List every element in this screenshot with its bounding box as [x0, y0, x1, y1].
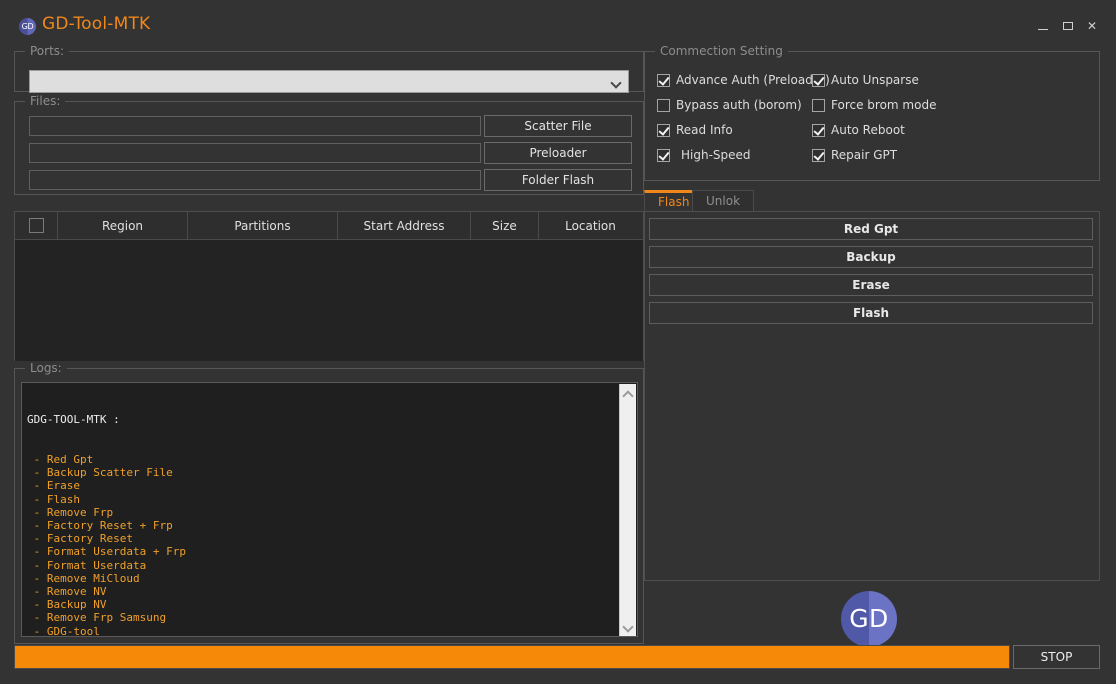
checkbox-advance-auth-box[interactable] — [657, 73, 670, 87]
checkbox-auto-reboot-label: Auto Reboot — [831, 123, 905, 137]
log-line: - Factory Reset — [27, 532, 133, 546]
preloader-button[interactable]: Preloader — [484, 142, 632, 164]
logs-group-title: Logs: — [25, 361, 67, 375]
checkbox-read-info-box[interactable] — [657, 123, 670, 137]
log-line: - Remove Frp Samsung — [27, 611, 167, 625]
title-bar: GD GD-Tool-MTK ✕ — [0, 0, 1116, 50]
checkbox-bypass-auth[interactable]: Bypass auth (borom) — [657, 98, 802, 112]
checkbox-advance-auth[interactable]: Advance Auth (Preloader) — [657, 73, 830, 87]
log-line: - Format Userdata + Frp — [27, 545, 186, 559]
brand-badge: GD — [841, 591, 897, 647]
connection-setting-group: Commection Setting Advance Auth (Preload… — [644, 44, 1100, 181]
partition-table-body — [15, 240, 643, 361]
preloader-file-input[interactable] — [29, 143, 481, 163]
progress-bar — [14, 645, 1010, 669]
tab-bar: Flash Unlok — [644, 190, 1100, 212]
checkbox-bypass-auth-label: Bypass auth (borom) — [676, 98, 802, 112]
logs-console[interactable]: GDG-TOOL-MTK : - Red Gpt - Backup Scatte… — [21, 382, 638, 637]
logs-line-list: - Red Gpt - Backup Scatter File - Erase … — [27, 453, 186, 637]
checkbox-repair-gpt-box[interactable] — [812, 148, 825, 162]
chevron-up-icon[interactable] — [620, 386, 636, 402]
checkbox-auto-unsparse[interactable]: Auto Unsparse — [812, 73, 919, 87]
checkbox-read-info-label: Read Info — [676, 123, 733, 137]
logs-group: Logs: GDG-TOOL-MTK : - Red Gpt - Backup … — [14, 361, 644, 644]
select-all-checkbox[interactable] — [28, 218, 44, 233]
checkbox-read-info[interactable]: Read Info — [657, 123, 733, 137]
log-line: - Backup NV — [27, 598, 107, 612]
files-group-title: Files: — [25, 94, 66, 108]
log-line: - Flash — [27, 492, 80, 506]
log-line: - Red Gpt — [27, 453, 94, 467]
ports-group: Ports: — [14, 44, 644, 93]
maximize-button[interactable] — [1060, 18, 1076, 34]
checkbox-auto-reboot-box[interactable] — [812, 123, 825, 137]
log-line: - Erase — [27, 479, 80, 493]
checkbox-advance-auth-label: Advance Auth (Preloader) — [676, 73, 830, 87]
stop-button[interactable]: STOP — [1013, 645, 1100, 669]
checkbox-high-speed-box[interactable] — [657, 148, 670, 162]
column-header-size[interactable]: Size — [471, 212, 539, 239]
app-logo-icon: GD — [19, 18, 36, 35]
scatter-file-button[interactable]: Scatter File — [484, 115, 632, 137]
logs-header-line: GDG-TOOL-MTK : — [27, 413, 120, 427]
checkbox-force-brom-label: Force brom mode — [831, 98, 937, 112]
checkbox-repair-gpt-label: Repair GPT — [831, 148, 898, 162]
checkbox-force-brom[interactable]: Force brom mode — [812, 98, 936, 112]
checkbox-auto-reboot[interactable]: Auto Reboot — [812, 123, 905, 137]
app-title: GD-Tool-MTK — [42, 14, 151, 34]
log-line: - Remove NV — [27, 585, 107, 599]
flash-tab-panel: Red Gpt Backup Erase Flash — [644, 211, 1100, 581]
select-all-header[interactable] — [15, 212, 58, 239]
log-line: - Backup Scatter File — [27, 466, 173, 480]
minimize-button[interactable] — [1035, 18, 1051, 34]
partition-table-header: Region Partitions Start Address Size Loc… — [15, 212, 643, 240]
column-header-location[interactable]: Location — [539, 212, 642, 239]
partition-table: Region Partitions Start Address Size Loc… — [14, 211, 644, 361]
checkbox-force-brom-box[interactable] — [812, 98, 825, 112]
folder-flash-button[interactable]: Folder Flash — [484, 169, 632, 191]
log-line: - Format Userdata — [27, 558, 147, 572]
backup-button[interactable]: Backup — [649, 246, 1093, 268]
checkbox-auto-unsparse-box[interactable] — [812, 73, 825, 87]
tab-unlok[interactable]: Unlok — [692, 190, 755, 212]
scatter-file-input[interactable] — [29, 116, 481, 136]
red-gpt-button[interactable]: Red Gpt — [649, 218, 1093, 240]
close-button[interactable]: ✕ — [1084, 18, 1100, 34]
checkbox-high-speed-label: High-Speed — [681, 148, 751, 162]
logs-scrollbar[interactable] — [619, 384, 636, 636]
ports-select[interactable] — [29, 70, 629, 93]
log-line: - GDG-tool — [27, 624, 100, 637]
checkbox-high-speed[interactable]: High-Speed — [657, 148, 751, 162]
files-group: Files: Scatter File Preloader Folder Fla… — [14, 94, 644, 195]
app-window: GD GD-Tool-MTK ✕ Ports: Files: Scatter F… — [0, 0, 1116, 684]
log-line: - Factory Reset + Frp — [27, 519, 173, 533]
connection-setting-title: Commection Setting — [655, 44, 788, 58]
flash-button[interactable]: Flash — [649, 302, 1093, 324]
checkbox-repair-gpt[interactable]: Repair GPT — [812, 148, 897, 162]
progress-bar-fill — [15, 646, 1009, 668]
column-header-start-address[interactable]: Start Address — [338, 212, 471, 239]
ports-group-title: Ports: — [25, 44, 70, 58]
chevron-down-icon[interactable] — [620, 619, 636, 635]
logs-text: GDG-TOOL-MTK : - Red Gpt - Backup Scatte… — [27, 387, 186, 637]
column-header-partitions[interactable]: Partitions — [188, 212, 338, 239]
column-header-region[interactable]: Region — [58, 212, 188, 239]
chevron-down-icon — [612, 78, 621, 87]
checkbox-auto-unsparse-label: Auto Unsparse — [831, 73, 919, 87]
log-line: - Remove MiCloud — [27, 571, 140, 585]
log-line: - Remove Frp — [27, 505, 114, 519]
folder-flash-input[interactable] — [29, 170, 481, 190]
erase-button[interactable]: Erase — [649, 274, 1093, 296]
checkbox-bypass-auth-box[interactable] — [657, 98, 670, 112]
